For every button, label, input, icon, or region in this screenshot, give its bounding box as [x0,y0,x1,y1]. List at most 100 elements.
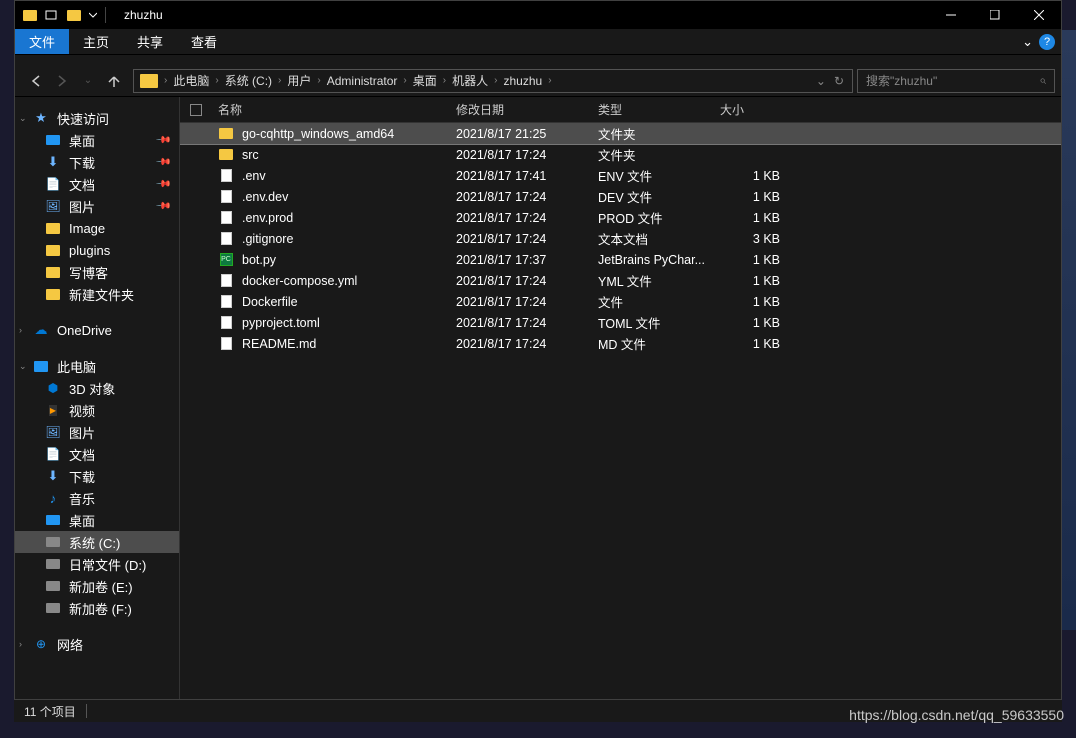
file-name: README.md [242,337,456,351]
sidebar-item[interactable]: 写博客 [15,261,179,283]
file-row[interactable]: .env.dev 2021/8/17 17:24 DEV 文件 1 KB [180,186,1061,207]
window-title: zhuzhu [124,8,163,22]
sidebar-item[interactable]: ♪音乐 [15,487,179,509]
tab-view[interactable]: 查看 [177,29,231,54]
file-row[interactable]: docker-compose.yml 2021/8/17 17:24 YML 文… [180,270,1061,291]
navbar: ⌄ › 此电脑› 系统 (C:)› 用户› Administrator› 桌面›… [15,65,1061,97]
file-type: JetBrains PyChar... [598,253,720,267]
file-type: DEV 文件 [598,187,720,206]
file-row[interactable]: src 2021/8/17 17:24 文件夹 [180,144,1061,165]
sidebar-item[interactable]: plugins [15,239,179,261]
sidebar-item[interactable]: 🖼图片📌 [15,195,179,217]
sidebar: ⌄★快速访问桌面📌⬇下载📌📄文档📌🖼图片📌Imageplugins写博客新建文件… [15,97,180,699]
file-name: .env.prod [242,211,456,225]
sidebar-item[interactable]: Image [15,217,179,239]
sidebar-item[interactable]: ▶视频 [15,399,179,421]
file-date: 2021/8/17 17:24 [456,148,598,162]
file-row[interactable]: go-cqhttp_windows_amd64 2021/8/17 21:25 … [180,123,1061,144]
breadcrumb[interactable]: 用户 [283,72,315,89]
search-placeholder: 搜索"zhuzhu" [866,72,956,89]
sidebar-item[interactable]: 日常文件 (D:) [15,553,179,575]
qat-icon-2[interactable] [67,10,81,21]
file-name: bot.py [242,253,456,267]
qat-icon-1[interactable] [45,10,59,20]
ribbon-collapse-icon[interactable]: ⌄ [1022,34,1033,50]
file-icon [218,168,234,184]
breadcrumb[interactable]: zhuzhu [499,74,546,88]
tab-share[interactable]: 共享 [123,29,177,54]
address-bar[interactable]: › 此电脑› 系统 (C:)› 用户› Administrator› 桌面› 机… [133,69,853,93]
titlebar[interactable]: zhuzhu [15,1,1061,29]
file-date: 2021/8/17 17:41 [456,169,598,183]
back-button[interactable] [25,70,47,92]
window-icon [23,10,37,21]
help-icon[interactable]: ? [1039,34,1055,50]
file-size: 1 KB [720,295,780,309]
sidebar-item[interactable]: 新加卷 (F:) [15,597,179,619]
file-date: 2021/8/17 17:24 [456,274,598,288]
sidebar-item[interactable]: 桌面📌 [15,129,179,151]
file-size: 1 KB [720,169,780,183]
col-header-date[interactable]: 修改日期 [456,101,598,118]
main-panel: 名称 修改日期 类型 大小 go-cqhttp_windows_amd64 20… [180,97,1061,699]
sidebar-item[interactable]: ⬇下载 [15,465,179,487]
sidebar-item[interactable]: ⬇下载📌 [15,151,179,173]
col-header-size[interactable]: 大小 [720,101,790,118]
file-icon [218,315,234,331]
file-icon [218,126,234,142]
sidebar-item[interactable]: 新建文件夹 [15,283,179,305]
sidebar-network[interactable]: ›⊕网络 [15,633,179,655]
file-name: .gitignore [242,232,456,246]
file-size: 1 KB [720,274,780,288]
file-type: YML 文件 [598,271,720,290]
search-input[interactable]: 搜索"zhuzhu" ⌕ [857,69,1055,93]
file-name: pyproject.toml [242,316,456,330]
file-icon [218,273,234,289]
sidebar-item[interactable]: 桌面 [15,509,179,531]
sidebar-item[interactable]: 📄文档 [15,443,179,465]
minimize-button[interactable] [929,1,973,29]
file-row[interactable]: .gitignore 2021/8/17 17:24 文本文档 3 KB [180,228,1061,249]
sidebar-item[interactable]: 🖼图片 [15,421,179,443]
address-dropdown-icon[interactable]: ⌄ [816,74,826,88]
breadcrumb[interactable]: 系统 (C:) [221,72,276,89]
select-all-checkbox[interactable] [190,104,202,116]
col-header-name[interactable]: 名称 [218,101,456,118]
file-date: 2021/8/17 21:25 [456,127,598,141]
breadcrumb[interactable]: 桌面 [409,72,441,89]
breadcrumb[interactable]: 机器人 [448,72,492,89]
sidebar-quick-access[interactable]: ⌄★快速访问 [15,107,179,129]
sidebar-item[interactable]: 📄文档📌 [15,173,179,195]
file-row[interactable]: .env 2021/8/17 17:41 ENV 文件 1 KB [180,165,1061,186]
file-size: 1 KB [720,253,780,267]
sidebar-this-pc[interactable]: ⌄此电脑 [15,355,179,377]
sidebar-item[interactable]: 新加卷 (E:) [15,575,179,597]
forward-button[interactable] [51,70,73,92]
maximize-button[interactable] [973,1,1017,29]
refresh-button[interactable]: ↻ [834,74,844,88]
file-icon [218,336,234,352]
qat-dropdown-icon[interactable] [89,11,97,19]
file-name: .env [242,169,456,183]
tab-home[interactable]: 主页 [69,29,123,54]
history-dropdown-icon[interactable]: ⌄ [77,70,99,92]
col-header-type[interactable]: 类型 [598,101,720,118]
breadcrumb[interactable]: Administrator [323,74,402,88]
file-date: 2021/8/17 17:37 [456,253,598,267]
file-row[interactable]: pyproject.toml 2021/8/17 17:24 TOML 文件 1… [180,312,1061,333]
file-icon [218,189,234,205]
sidebar-onedrive[interactable]: ›☁OneDrive [15,319,179,341]
up-button[interactable] [103,70,125,92]
breadcrumb[interactable]: 此电脑 [169,72,213,89]
sidebar-item[interactable]: 系统 (C:) [15,531,179,553]
close-button[interactable] [1017,1,1061,29]
file-date: 2021/8/17 17:24 [456,232,598,246]
sidebar-item[interactable]: ⬢3D 对象 [15,377,179,399]
file-row[interactable]: Dockerfile 2021/8/17 17:24 文件 1 KB [180,291,1061,312]
file-row[interactable]: PC bot.py 2021/8/17 17:37 JetBrains PyCh… [180,249,1061,270]
file-row[interactable]: README.md 2021/8/17 17:24 MD 文件 1 KB [180,333,1061,354]
file-name: docker-compose.yml [242,274,456,288]
tab-file[interactable]: 文件 [15,29,69,54]
file-icon [218,294,234,310]
file-row[interactable]: .env.prod 2021/8/17 17:24 PROD 文件 1 KB [180,207,1061,228]
